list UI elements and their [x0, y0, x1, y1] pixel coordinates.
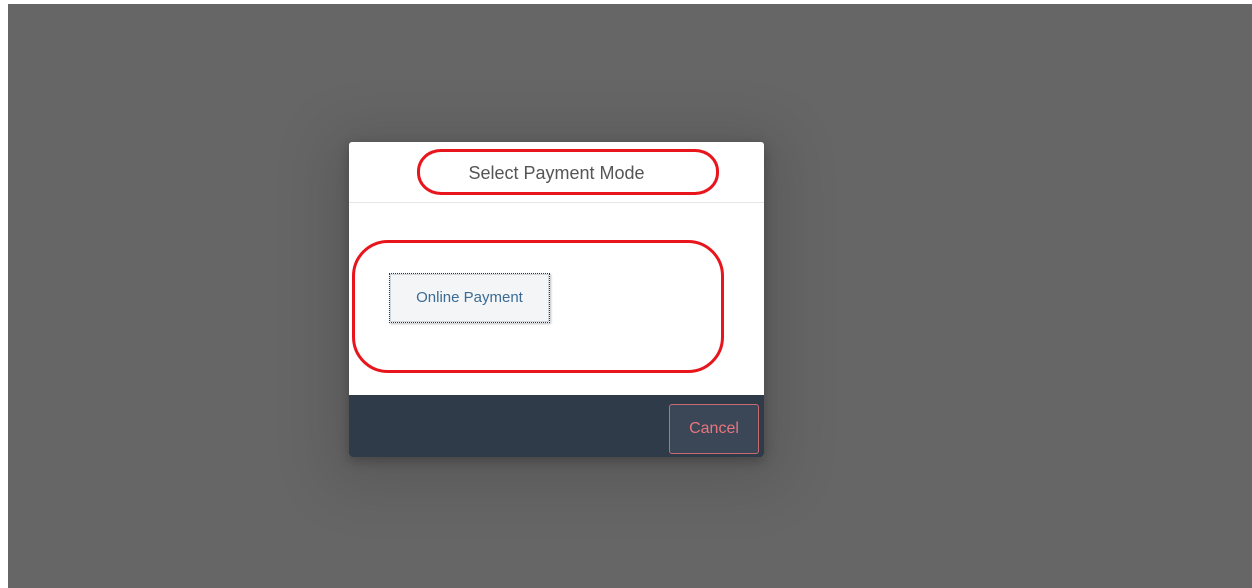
online-payment-button[interactable]: Online Payment — [389, 273, 550, 323]
title-annotation-ellipse — [417, 149, 719, 195]
dialog-footer: Cancel — [349, 395, 764, 457]
dialog-header: Select Payment Mode — [349, 142, 764, 203]
payment-mode-dialog: Select Payment Mode Online Payment Cance… — [349, 142, 764, 457]
cancel-button[interactable]: Cancel — [669, 404, 759, 454]
